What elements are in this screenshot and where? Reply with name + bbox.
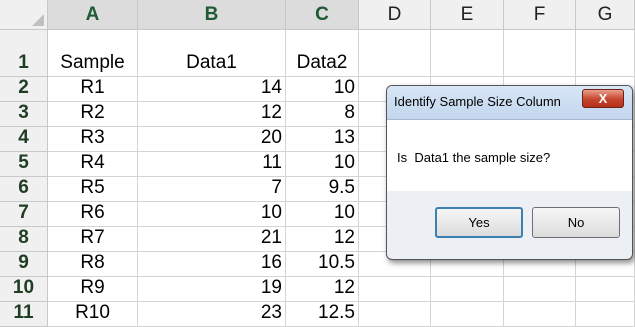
row-header-2[interactable]: 2 [0,77,48,102]
row-header-1[interactable]: 1 [0,30,48,77]
cell-b3[interactable]: 12 [138,102,286,127]
cell-b5[interactable]: 11 [138,152,286,177]
cell-a1[interactable]: Sample [48,30,138,77]
cell-g10[interactable] [576,277,635,302]
cell-e11[interactable] [431,302,504,327]
cell-a11[interactable]: R10 [48,302,138,327]
close-button[interactable]: X [582,89,624,108]
row-header-9[interactable]: 9 [0,252,48,277]
dialog-message: Is Data1 the sample size? [397,150,551,165]
cell-b8[interactable]: 21 [138,227,286,252]
cell-c4[interactable]: 13 [286,127,359,152]
cell-a3[interactable]: R2 [48,102,138,127]
cell-b10[interactable]: 19 [138,277,286,302]
column-header-b[interactable]: B [138,0,286,30]
cell-a8[interactable]: R7 [48,227,138,252]
cell-a10[interactable]: R9 [48,277,138,302]
identify-sample-size-dialog: Identify Sample Size Column X Is Data1 t… [386,85,633,260]
cell-a4[interactable]: R3 [48,127,138,152]
cell-e1[interactable] [431,30,504,77]
column-header-a[interactable]: A [48,0,138,30]
row-header-11[interactable]: 11 [0,302,48,327]
cell-d11[interactable] [359,302,431,327]
cell-b7[interactable]: 10 [138,202,286,227]
column-header-d[interactable]: D [359,0,431,30]
row-header-5[interactable]: 5 [0,152,48,177]
cell-a2[interactable]: R1 [48,77,138,102]
close-icon: X [598,91,608,106]
cell-a5[interactable]: R4 [48,152,138,177]
cell-c1[interactable]: Data2 [286,30,359,77]
row-header-4[interactable]: 4 [0,127,48,152]
row-header-3[interactable]: 3 [0,102,48,127]
cell-c10[interactable]: 12 [286,277,359,302]
row-header-6[interactable]: 6 [0,177,48,202]
select-all-triangle-icon [32,14,44,26]
cell-f11[interactable] [504,302,576,327]
yes-button[interactable]: Yes [435,207,523,238]
cell-c8[interactable]: 12 [286,227,359,252]
cell-c5[interactable]: 10 [286,152,359,177]
row-header-10[interactable]: 10 [0,277,48,302]
cell-b1[interactable]: Data1 [138,30,286,77]
column-header-c[interactable]: C [286,0,359,30]
cell-c3[interactable]: 8 [286,102,359,127]
cell-f10[interactable] [504,277,576,302]
cell-b11[interactable]: 23 [138,302,286,327]
row-header-7[interactable]: 7 [0,202,48,227]
column-header-g[interactable]: G [576,0,635,30]
cell-f1[interactable] [504,30,576,77]
select-all-corner[interactable] [0,0,48,30]
row-header-8[interactable]: 8 [0,227,48,252]
cell-d1[interactable] [359,30,431,77]
cell-a9[interactable]: R8 [48,252,138,277]
column-header-e[interactable]: E [431,0,504,30]
cell-g11[interactable] [576,302,635,327]
dialog-titlebar[interactable]: Identify Sample Size Column X [387,86,632,120]
dialog-message-area: Is Data1 the sample size? [387,120,632,191]
cell-c7[interactable]: 10 [286,202,359,227]
cell-b9[interactable]: 16 [138,252,286,277]
cell-e10[interactable] [431,277,504,302]
cell-a7[interactable]: R6 [48,202,138,227]
cell-c6[interactable]: 9.5 [286,177,359,202]
cell-c11[interactable]: 12.5 [286,302,359,327]
cell-d10[interactable] [359,277,431,302]
column-header-f[interactable]: F [504,0,576,30]
cell-g1[interactable] [576,30,635,77]
dialog-title: Identify Sample Size Column [394,94,561,109]
no-button[interactable]: No [532,207,620,238]
cell-c9[interactable]: 10.5 [286,252,359,277]
cell-b4[interactable]: 20 [138,127,286,152]
cell-b2[interactable]: 14 [138,77,286,102]
cell-c2[interactable]: 10 [286,77,359,102]
cell-a6[interactable]: R5 [48,177,138,202]
cell-b6[interactable]: 7 [138,177,286,202]
